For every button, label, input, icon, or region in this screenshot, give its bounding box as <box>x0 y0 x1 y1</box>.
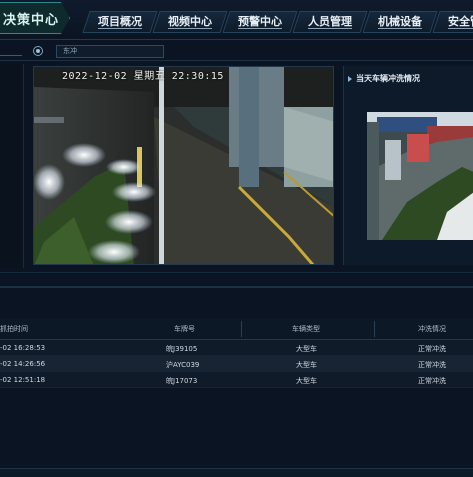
table-row[interactable]: -02 14:26:56 沪AYC039 大型车 正常冲洗 <box>0 356 473 372</box>
section-divider <box>0 272 473 273</box>
cell-plate: 沪AYC039 <box>166 361 200 369</box>
cell-plate: 皖J39105 <box>166 345 198 353</box>
camera-feed[interactable]: 2022-12-02 星期五 22:30:15 <box>33 66 334 265</box>
cell-status: 正常冲洗 <box>418 345 446 353</box>
table-row[interactable]: -02 16:28:53 皖J39105 大型车 正常冲洗 <box>0 340 473 356</box>
top-header: 决策中心 项目概况 视频中心 预警中心 人员管理 机械设备 安全管理 <box>0 0 473 40</box>
triangle-icon <box>348 75 352 82</box>
cell-time: -02 16:28:53 <box>0 344 46 352</box>
tab-project-overview[interactable]: 项目概况 <box>82 11 158 33</box>
table-body: -02 16:28:53 皖J39105 大型车 正常冲洗 -02 14:26:… <box>0 340 473 388</box>
footer-bar <box>0 468 473 477</box>
wash-status-panel: 当天车辆冲洗情况 <box>343 66 473 265</box>
column-separator <box>374 321 375 337</box>
dashboard-root: 决策中心 项目概况 视频中心 预警中心 人员管理 机械设备 安全管理 东冲 20… <box>0 0 473 477</box>
brand-title: 决策中心 <box>0 2 70 34</box>
wash-snapshot[interactable] <box>367 112 473 240</box>
tab-label: 机械设备 <box>378 15 422 29</box>
column-header: 冲洗情况 <box>418 324 446 333</box>
divider <box>0 55 22 56</box>
main-nav: 项目概况 视频中心 预警中心 人员管理 机械设备 安全管理 <box>82 11 473 33</box>
table-header: 抓拍时间 车牌号 车辆类型 冲洗情况 <box>0 318 473 340</box>
camera-list-panel <box>0 64 24 268</box>
tab-safety[interactable]: 安全管理 <box>432 11 473 33</box>
tab-video-center[interactable]: 视频中心 <box>152 11 228 33</box>
tab-label: 项目概况 <box>98 15 142 29</box>
tab-alert-center[interactable]: 预警中心 <box>222 11 298 33</box>
cell-status: 正常冲洗 <box>418 361 446 369</box>
cell-plate: 皖J17073 <box>166 377 198 385</box>
column-header: 车牌号 <box>174 324 195 333</box>
tab-machinery[interactable]: 机械设备 <box>362 11 438 33</box>
cell-time: -02 12:51:18 <box>0 376 46 384</box>
panel-title-text: 当天车辆冲洗情况 <box>356 74 420 83</box>
tab-label: 人员管理 <box>308 15 352 29</box>
cell-type: 大型车 <box>296 377 317 385</box>
cell-status: 正常冲洗 <box>418 377 446 385</box>
section-divider <box>0 286 473 288</box>
cell-type: 大型车 <box>296 345 317 353</box>
camera-radio[interactable] <box>33 46 43 56</box>
column-separator <box>241 321 242 337</box>
column-header: 车辆类型 <box>292 324 320 333</box>
tab-personnel[interactable]: 人员管理 <box>292 11 368 33</box>
wash-records-table: 抓拍时间 车牌号 车辆类型 冲洗情况 -02 16:28:53 皖J39105 … <box>0 318 473 388</box>
table-row[interactable]: -02 12:51:18 皖J17073 大型车 正常冲洗 <box>0 372 473 388</box>
camera-frame-image <box>34 67 333 264</box>
camera-select[interactable]: 东冲 <box>56 45 164 58</box>
cell-type: 大型车 <box>296 361 317 369</box>
cell-time: -02 14:26:56 <box>0 360 46 368</box>
panel-title: 当天车辆冲洗情况 <box>348 73 420 84</box>
filter-bar: 东冲 <box>0 43 473 61</box>
camera-timestamp: 2022-12-02 星期五 22:30:15 <box>62 71 224 82</box>
column-header: 抓拍时间 <box>0 324 28 333</box>
tab-label: 视频中心 <box>168 15 212 29</box>
tab-label: 预警中心 <box>238 15 282 29</box>
wash-snapshot-image <box>367 112 473 240</box>
tab-label: 安全管理 <box>448 15 473 29</box>
